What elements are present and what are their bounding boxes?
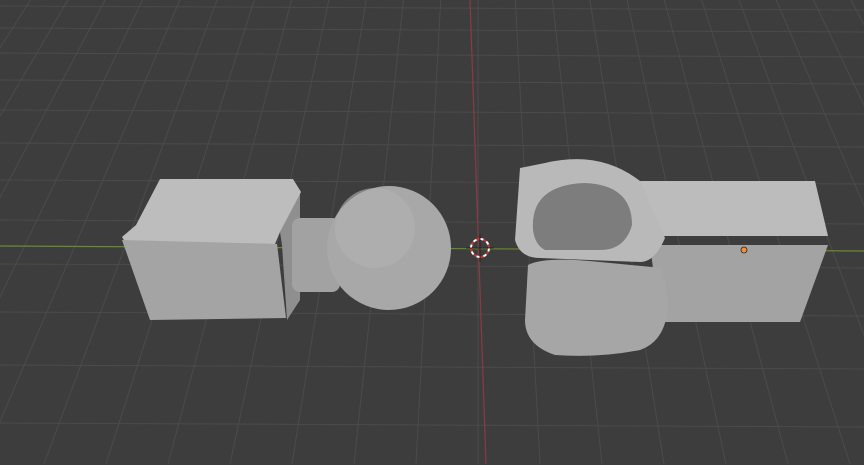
grid-line — [0, 0, 106, 199]
3d-cursor-icon[interactable] — [466, 234, 494, 262]
grid-line — [0, 0, 31, 49]
clamp-front-face — [525, 259, 668, 356]
grid-line — [0, 142, 864, 148]
grid-line — [0, 79, 864, 85]
grid-line — [850, 0, 864, 26]
grid-line — [0, 0, 143, 299]
viewport-canvas[interactable] — [0, 0, 864, 465]
grid-line — [0, 27, 864, 33]
block-top-face — [122, 179, 301, 244]
arm-front-face — [650, 245, 828, 322]
grid-line — [0, 52, 864, 58]
3d-viewport[interactable] — [0, 0, 864, 465]
arm-top-face — [640, 181, 828, 236]
object-origin-icon[interactable] — [740, 246, 748, 254]
grid-line — [0, 5, 864, 11]
grid-line — [0, 109, 864, 115]
ball-joint-part[interactable] — [122, 179, 451, 320]
ball-highlight — [335, 188, 415, 268]
socket-clamp-part[interactable] — [515, 159, 828, 356]
grid-line — [0, 422, 864, 428]
grid-line — [0, 364, 864, 370]
grid-line — [0, 0, 69, 117]
block-front-face — [122, 240, 286, 320]
